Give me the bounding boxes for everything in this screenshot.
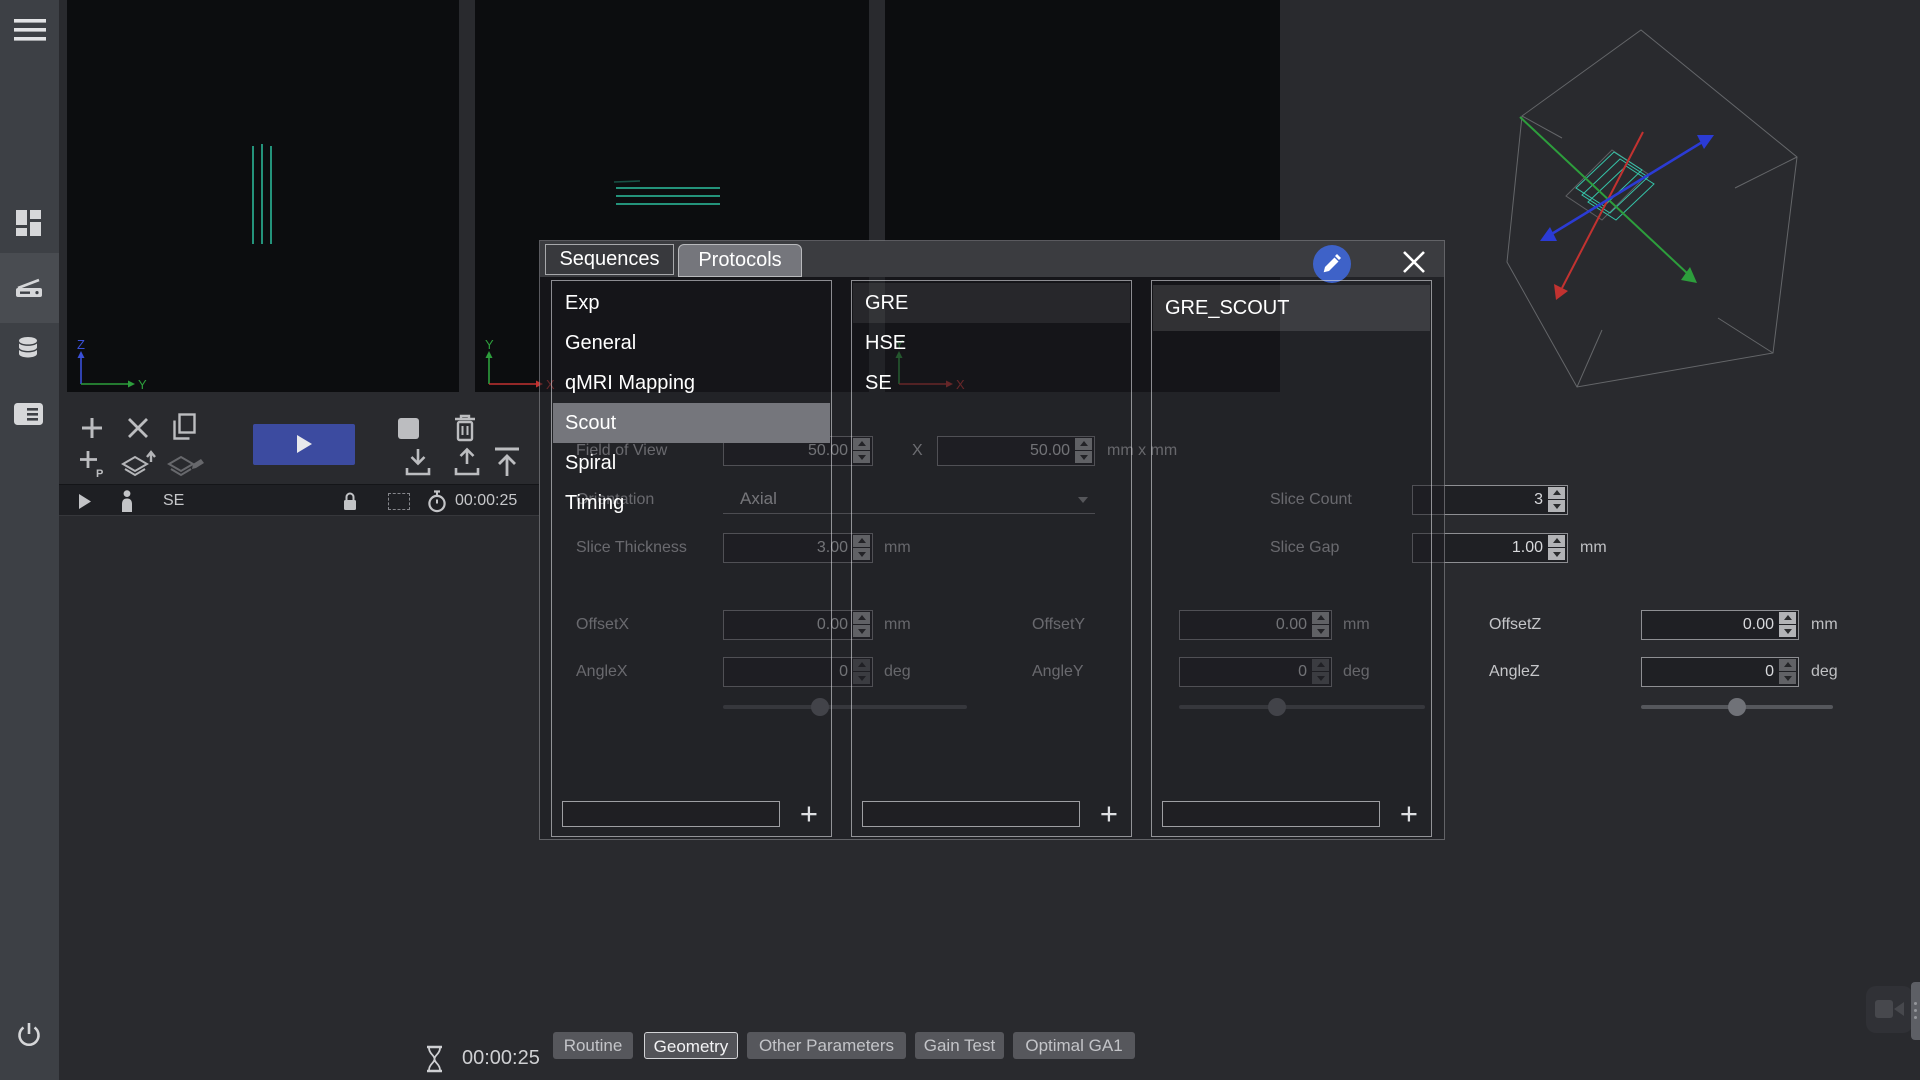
scan-timer: 00:00:25 <box>462 1047 540 1070</box>
hourglass-icon <box>425 1045 444 1073</box>
axis-indicator-zy: Z Y <box>73 336 163 392</box>
dialog-titlebar <box>540 241 1444 277</box>
spin-up-icon <box>1548 535 1565 547</box>
pencil-icon <box>1321 253 1343 275</box>
dashboard-icon[interactable] <box>15 209 43 237</box>
add-sequence-button[interactable]: + <box>1100 794 1118 834</box>
angle-z-field[interactable]: 0 <box>1641 657 1799 687</box>
new-category-input[interactable] <box>562 801 780 827</box>
add-category-button[interactable]: + <box>800 794 818 834</box>
slice-gap-unit: mm <box>1580 533 1607 563</box>
category-list: Exp General qMRI Mapping Scout Spiral Ti… <box>551 280 832 837</box>
spin-down-icon <box>1779 625 1796 637</box>
axis-z-label: Z <box>77 337 85 352</box>
tab-optimal-ga1[interactable]: Optimal GA1 <box>1013 1032 1135 1059</box>
tab-gain-test[interactable]: Gain Test <box>915 1032 1004 1059</box>
add-protocol-button[interactable]: + <box>1400 794 1418 834</box>
power-icon[interactable] <box>15 1020 43 1050</box>
lock-icon <box>342 491 358 511</box>
subject-person-icon <box>120 490 134 513</box>
play-icon <box>297 435 312 453</box>
protocol-list: GRE_SCOUT + <box>1151 280 1432 837</box>
sequence-elapsed-time: 00:00:25 <box>455 485 517 517</box>
list-item-qmri-mapping[interactable]: qMRI Mapping <box>553 363 830 403</box>
spinner[interactable] <box>1548 535 1565 560</box>
list-item-general[interactable]: General <box>553 323 830 363</box>
slice-lines-horizontal <box>610 176 730 216</box>
layers-export-icon[interactable] <box>120 448 158 480</box>
hamburger-menu-icon[interactable] <box>14 18 46 42</box>
download-icon[interactable] <box>403 446 433 478</box>
axis-y-label: Y <box>485 337 494 352</box>
add-protocol-icon[interactable]: P <box>78 449 106 479</box>
spin-down-icon <box>1548 500 1565 512</box>
add-icon[interactable] <box>80 416 104 440</box>
drawer-handle[interactable] <box>1911 982 1920 1040</box>
close-icon[interactable] <box>1402 250 1426 274</box>
spin-up-icon <box>1779 612 1796 624</box>
3d-scene-view[interactable] <box>1450 18 1920 438</box>
tab-geometry[interactable]: Geometry <box>644 1032 738 1059</box>
slice-lines-vertical <box>249 140 349 250</box>
spinner[interactable] <box>1779 612 1796 637</box>
play-button[interactable] <box>253 424 355 465</box>
copy-icon[interactable] <box>170 412 198 442</box>
spinner[interactable] <box>1548 487 1565 512</box>
camera-widget-button[interactable] <box>1866 986 1913 1033</box>
tab-protocols[interactable]: Protocols <box>678 244 802 277</box>
mri-console-app: Z Y Y X Y X <box>0 0 1920 1080</box>
layers-edit-icon-disabled <box>166 448 206 480</box>
spin-down-icon <box>1779 672 1796 684</box>
axis-x-3d <box>1554 132 1643 300</box>
list-item-se[interactable]: SE <box>853 363 1130 403</box>
selection-region-icon[interactable] <box>388 493 410 510</box>
list-item-exp[interactable]: Exp <box>553 283 830 323</box>
list-item-hse[interactable]: HSE <box>853 323 1130 363</box>
scanner-icon[interactable] <box>14 275 44 301</box>
upload-top-icon[interactable] <box>489 444 525 480</box>
tab-routine[interactable]: Routine <box>553 1032 633 1059</box>
offset-z-label: OffsetZ <box>1489 610 1541 640</box>
offset-z-unit: mm <box>1811 610 1838 640</box>
axis-z-3d <box>1540 135 1714 241</box>
viewport-1[interactable]: Z Y <box>67 0 459 392</box>
spin-down-icon <box>1548 548 1565 560</box>
sequence-row[interactable]: SE 00:00:25 <box>59 484 539 516</box>
new-protocol-input[interactable] <box>1162 801 1380 827</box>
remove-icon[interactable] <box>126 416 150 440</box>
stopwatch-icon <box>427 490 447 513</box>
list-item-gre-scout[interactable]: GRE_SCOUT <box>1153 285 1430 331</box>
list-item-spiral[interactable]: Spiral <box>553 443 830 483</box>
upload-icon[interactable] <box>452 446 482 478</box>
protocols-dialog: Sequences Protocols Exp General qMRI Map… <box>539 240 1445 840</box>
news-card-icon[interactable] <box>14 402 44 426</box>
spin-up-icon <box>1779 659 1796 671</box>
wireframe-cube <box>1507 30 1797 387</box>
delete-trash-icon[interactable] <box>452 412 478 444</box>
stop-button[interactable] <box>398 418 419 439</box>
angle-z-unit: deg <box>1811 657 1838 687</box>
spinner-disabled <box>1779 659 1796 684</box>
new-sequence-input[interactable] <box>862 801 1080 827</box>
sidebar <box>0 0 59 1080</box>
list-item-scout[interactable]: Scout <box>553 403 830 443</box>
list-item-timing[interactable]: Timing <box>553 483 830 523</box>
slice-stack-3d <box>1566 150 1654 220</box>
angle-z-label: AngleZ <box>1489 657 1540 687</box>
spin-up-icon <box>1548 487 1565 499</box>
sequence-name: SE <box>163 485 184 517</box>
run-sequence-icon[interactable] <box>78 494 92 509</box>
tab-other-parameters[interactable]: Other Parameters <box>747 1032 906 1059</box>
offset-z-field[interactable]: 0.00 <box>1641 610 1799 640</box>
edit-button[interactable] <box>1313 245 1351 283</box>
videocam-icon <box>1875 998 1905 1020</box>
database-icon[interactable] <box>15 336 41 360</box>
angle-z-slider-handle[interactable] <box>1728 698 1746 716</box>
sequence-list: GRE HSE SE + <box>851 280 1132 837</box>
list-item-gre[interactable]: GRE <box>853 283 1130 323</box>
axis-y-label: Y <box>138 377 147 392</box>
tab-sequences[interactable]: Sequences <box>545 244 674 275</box>
svg-text:P: P <box>96 468 103 479</box>
